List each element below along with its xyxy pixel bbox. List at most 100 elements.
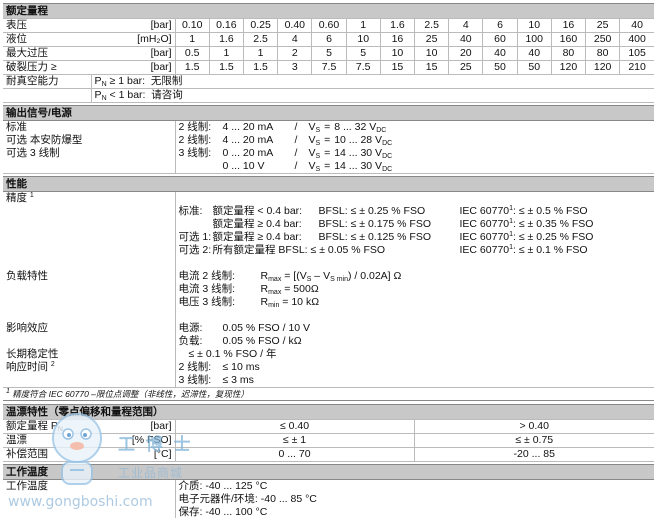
accuracy-value: 额定量程 ≥ 0.4 bar: BFSL: ≤ ± 0.175 % FSO IEC …: [174, 218, 654, 231]
value-cell: 50: [482, 60, 518, 75]
accuracy-row: 可选 2:所有额定量程 BFSL: ≤ ± 0.05 % FSO IEC 6077…: [3, 244, 654, 257]
temp-char-unit: [% FSO]: [113, 433, 175, 448]
load-row: 电压 3 线制: Rmin = 10 kΩ: [3, 296, 654, 309]
value-cell: 160: [550, 32, 586, 47]
value-cell: 40: [448, 32, 483, 47]
output-value: 2 线制: 4 ... 20 mA / VS = 8 ... 32 VDC: [174, 120, 654, 134]
row-label: 表压: [3, 18, 92, 33]
influence-row-2: 负载: 0.05 % FSO / kΩ: [174, 335, 654, 348]
influence-row-1: 电源: 0.05 % FSO / 10 V: [174, 322, 654, 335]
section-title-rated-range: 额定量程: [3, 3, 654, 19]
accuracy-value: 可选 2:所有额定量程 BFSL: ≤ ± 0.05 % FSO IEC 6077…: [174, 244, 654, 257]
influence-label: 影响效应: [6, 322, 48, 334]
temp-char-row: 额定量程 PN [bar] ≤ 0.40 > 0.40: [3, 419, 654, 434]
load-value: 电压 3 线制: Rmin = 10 kΩ: [174, 296, 654, 309]
value-cell: 0.5: [174, 46, 210, 61]
response-row-2: 3 线制: ≤ 3 ms: [174, 374, 654, 388]
temp-char-unit: [°C]: [113, 447, 175, 462]
output-value: 0 ... 10 V / VS = 14 ... 30 VDC: [174, 160, 654, 174]
vacuum-value-1: PN ≥ 1 bar: 无限制: [90, 74, 654, 89]
accuracy-row: 额定量程 ≥ 0.4 bar: BFSL: ≤ ± 0.175 % FSO IEC …: [3, 218, 654, 231]
value-cell: 10: [516, 18, 552, 33]
row-unit: [bar]: [91, 18, 176, 33]
temp-char-label: 额定量程 PN: [3, 419, 113, 434]
output-row: 标准 2 线制: 4 ... 20 mA / VS = 8 ... 32 VDC: [3, 120, 654, 134]
value-cell: 25: [448, 60, 483, 75]
value-cell: 4: [277, 32, 312, 47]
stability-value: ≤ ± 0.1 % FSO / 年: [174, 348, 654, 361]
value-cell: 15: [379, 60, 415, 75]
value-cell: 1: [208, 46, 244, 61]
accuracy-value: 可选 1:额定量程 ≥ 0.4 bar: BFSL: ≤ ± 0.125 % FS…: [174, 231, 654, 244]
value-cell: 4: [448, 18, 483, 33]
accuracy-row: 标准: 额定量程 < 0.4 bar: BFSL: ≤ ± 0.25 % FSO IE…: [3, 205, 654, 218]
value-cell: 2.5: [242, 32, 278, 47]
value-cell: 20: [448, 46, 483, 61]
value-cell: 50: [516, 60, 552, 75]
value-cell: 16: [550, 18, 586, 33]
temp-char-b: ≤ ± 0.75: [413, 433, 654, 448]
value-cell: 7.5: [311, 60, 347, 75]
output-row: 0 ... 10 V / VS = 14 ... 30 VDC: [3, 160, 654, 174]
load-value: 电流 2 线制: Rmax = [(VS – VS min) / 0.02A] Ω: [174, 270, 654, 283]
row-unit: [bar]: [91, 60, 176, 75]
load-row: 电流 3 线制: Rmax = 500Ω: [3, 283, 654, 296]
value-cell: 6: [311, 32, 347, 47]
section-title-temp-char: 温漂特性（零点偏移和量程范围）: [3, 404, 654, 420]
section-title-op-temp: 工作温度: [3, 464, 654, 480]
load-value: 电流 3 线制: Rmax = 500Ω: [174, 283, 654, 296]
rated-range-table: 额定量程 表压 [bar] 0.10 0.16 0.25 0.40 0.60 1 1.6 2.5 4…: [3, 3, 654, 103]
temp-char-a: ≤ ± 1: [174, 433, 414, 448]
temp-char-b: -20 ... 85: [413, 447, 654, 462]
value-cell: 0.25: [242, 18, 278, 33]
value-cell: 0.60: [311, 18, 347, 33]
value-cell: 0.40: [277, 18, 312, 33]
rated-range-row: 破裂压力 ≥ [bar] 1.5 1.5 1.5 3 7.5 7.5 15 15 25 50 50 120…: [3, 60, 654, 75]
rated-range-row: 最大过压 [bar] 0.5 1 1 2 5 5 10 10 20 40 40 80 80 105: [3, 46, 654, 61]
row-label: 液位: [3, 32, 92, 47]
value-cell: 10: [345, 32, 381, 47]
vacuum-value-2: PN < 1 bar: 请咨询: [90, 88, 654, 103]
op-temp-table: 工作温度 工作温度 介质: -40 ... 125 °C 电子元器件/环境: -4…: [3, 464, 654, 518]
output-label: 标准: [6, 121, 27, 133]
load-label: 负载特性: [6, 270, 48, 282]
value-cell: 120: [585, 60, 620, 75]
value-cell: 100: [516, 32, 552, 47]
output-table: 输出信号/电源 标准 2 线制: 4 ... 20 mA / VS = 8 ... 32…: [3, 105, 654, 174]
value-cell: 120: [550, 60, 586, 75]
value-cell: 40: [516, 46, 552, 61]
rated-range-row: 表压 [bar] 0.10 0.16 0.25 0.40 0.60 1 1.6 2.5 4 6 10 16…: [3, 18, 654, 33]
vacuum-label: 耐真空能力: [3, 74, 92, 89]
op-temp-line-1: 介质: -40 ... 125 °C: [174, 479, 654, 493]
value-cell: 1.5: [208, 60, 244, 75]
accuracy-footnote: 1 精度符合 IEC 60770 –限位点调整（非线性，迟滞性，复现性）: [3, 387, 654, 401]
value-cell: 0.10: [174, 18, 210, 33]
value-cell: 1: [242, 46, 278, 61]
rated-range-row: 液位 [mH₂O] 1 1.6 2.5 4 6 10 16 25 40 60 100 160 250 400: [3, 32, 654, 47]
output-label: 可选 本安防爆型: [6, 134, 83, 146]
value-cell: 2.5: [414, 18, 449, 33]
value-cell: 210: [619, 60, 654, 75]
value-cell: 40: [619, 18, 654, 33]
temp-char-a: ≤ 0.40: [174, 419, 414, 434]
value-cell: 5: [311, 46, 347, 61]
op-temp-line-2: 电子元器件/环境: -40 ... 85 °C: [174, 493, 654, 506]
value-cell: 1: [174, 32, 210, 47]
output-row: 可选 本安防爆型 2 线制: 4 ... 20 mA / VS = 10 ... 28 …: [3, 134, 654, 147]
value-cell: 25: [585, 18, 620, 33]
row-unit: [mH₂O]: [91, 32, 176, 47]
output-value: 3 线制: 0 ... 20 mA / VS = 14 ... 30 VDC: [174, 147, 654, 160]
temp-char-row: 补偿范围 [°C] 0 ... 70 -20 ... 85: [3, 447, 654, 462]
value-cell: 16: [379, 32, 415, 47]
value-cell: 25: [414, 32, 449, 47]
value-cell: 250: [585, 32, 620, 47]
temp-char-a: 0 ... 70: [174, 447, 414, 462]
row-label: 破裂压力 ≥: [3, 60, 92, 75]
value-cell: 5: [345, 46, 381, 61]
value-cell: 2: [277, 46, 312, 61]
temp-char-row: 温漂 [% FSO] ≤ ± 1 ≤ ± 0.75: [3, 433, 654, 448]
value-cell: 15: [414, 60, 449, 75]
accuracy-label: 精度 1: [6, 192, 34, 204]
value-cell: 105: [619, 46, 654, 61]
performance-table: 性能 精度 1 标准: 额定量程 < 0.4 bar: BFSL: ≤ ± 0.25…: [3, 176, 654, 401]
